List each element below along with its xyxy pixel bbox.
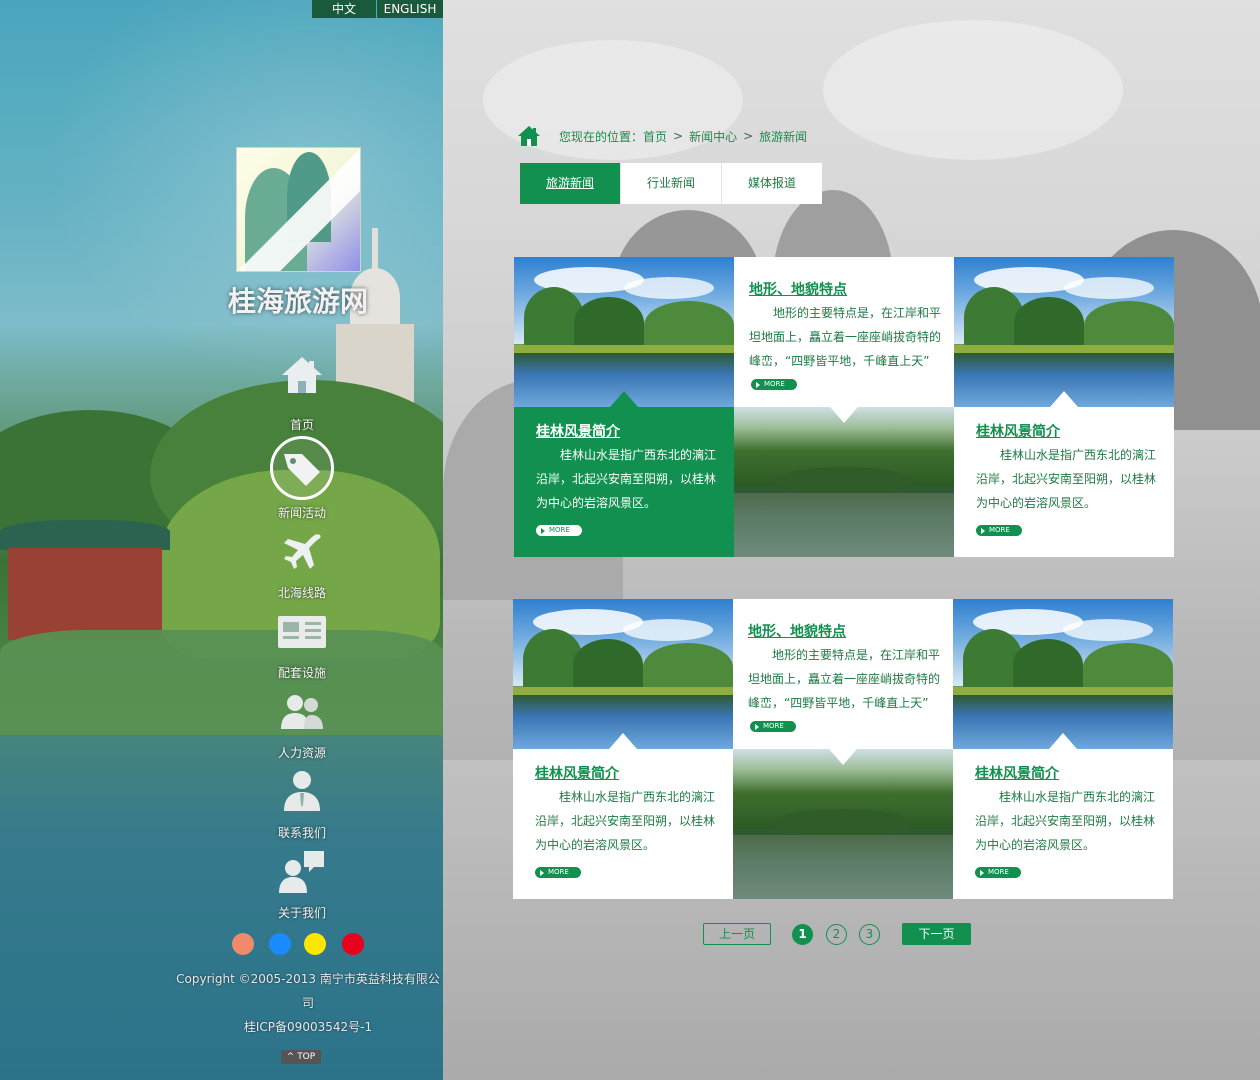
- language-chinese-button[interactable]: 中文: [312, 0, 376, 18]
- news-card-text: 地形的主要特点是，在江岸和平坦地面上，矗立着一座座峭拔奇特的峰峦，“四野皆平地，…: [748, 648, 941, 710]
- card-pointer: [1050, 391, 1078, 407]
- tab-media-reports[interactable]: 媒体报道: [721, 163, 822, 204]
- nav-label: 联系我们: [277, 826, 326, 840]
- prev-page-button[interactable]: 上一页: [703, 923, 771, 945]
- news-card-text: 地形的主要特点是，在江岸和平坦地面上，矗立着一座座峭拔奇特的峰峦，“四野皆平地，…: [749, 306, 942, 368]
- river-forest-photo[interactable]: [733, 749, 953, 899]
- nav-label: 配套设施: [277, 666, 326, 680]
- news-card-title[interactable]: 桂林风景简介: [535, 763, 619, 783]
- footer-info: Copyright ©2005-2013 南宁市英益科技有限公司 桂ICP备09…: [172, 967, 444, 1039]
- page-number-current[interactable]: 1: [792, 924, 813, 945]
- people-icon: [277, 686, 327, 736]
- nav-item-hr[interactable]: 人力资源: [250, 684, 354, 764]
- news-block: 地形、地貌特点 地形的主要特点是，在江岸和平坦地面上，矗立着一座座峭拔奇特的峰峦…: [514, 257, 1174, 557]
- news-block: 地形、地貌特点 地形的主要特点是，在江岸和平坦地面上，矗立着一座座峭拔奇特的峰峦…: [513, 599, 1173, 899]
- back-to-top-button[interactable]: ^ TOP: [281, 1050, 321, 1064]
- breadcrumb-travel-news[interactable]: 旅游新闻: [759, 128, 807, 145]
- sidebar: [0, 0, 443, 1080]
- more-button[interactable]: MORE: [975, 867, 1021, 878]
- nav-label: 首页: [289, 418, 314, 432]
- news-card-text: 桂林山水是指广西东北的漓江沿岸，北起兴安南至阳朔，以桂林为中心的岩溶风景区。: [535, 790, 716, 852]
- airplane-icon: [277, 526, 327, 576]
- page-number[interactable]: 2: [826, 924, 847, 945]
- breadcrumb-home[interactable]: 首页: [643, 128, 667, 145]
- more-button[interactable]: MORE: [750, 721, 796, 732]
- site-title[interactable]: 桂海旅游网: [212, 280, 384, 320]
- newspaper-icon: [277, 606, 327, 656]
- card-pointer: [830, 407, 858, 423]
- nav-item-news[interactable]: 新闻活动: [250, 436, 354, 522]
- card-pointer: [829, 749, 857, 765]
- tag-icon: [270, 436, 334, 500]
- color-dot-yellow[interactable]: [304, 933, 326, 955]
- news-card-title[interactable]: 桂林风景简介: [975, 763, 1059, 783]
- card-pointer: [1049, 733, 1077, 749]
- news-card-title[interactable]: 桂林风景简介: [976, 421, 1060, 441]
- card-pointer: [609, 733, 637, 749]
- copyright-text: Copyright ©2005-2013 南宁市英益科技有限公司: [176, 972, 440, 1010]
- pagination: 上一页 1 2 3 下一页: [703, 923, 973, 945]
- karst-lake-photo[interactable]: [513, 599, 733, 749]
- more-button[interactable]: MORE: [535, 867, 581, 878]
- nav-item-home[interactable]: 首页: [250, 348, 354, 432]
- chat-person-icon: [277, 846, 327, 896]
- top-label: TOP: [297, 1052, 316, 1062]
- home-icon[interactable]: [517, 125, 541, 147]
- news-card-feature: 地形、地貌特点 地形的主要特点是，在江岸和平坦地面上，矗立着一座座峭拔奇特的峰峦…: [734, 257, 954, 407]
- home-icon: [277, 350, 327, 400]
- karst-lake-photo[interactable]: [954, 257, 1174, 407]
- breadcrumb-separator: >: [673, 129, 684, 143]
- nav-label: 关于我们: [277, 906, 326, 920]
- news-card-title[interactable]: 地形、地貌特点: [749, 279, 847, 299]
- color-dot-blue[interactable]: [269, 933, 291, 955]
- news-card-left: 桂林风景简介 桂林山水是指广西东北的漓江沿岸，北起兴安南至阳朔，以桂林为中心的岩…: [513, 749, 733, 899]
- news-card-right: 桂林风景简介 桂林山水是指广西东北的漓江沿岸，北起兴安南至阳朔，以桂林为中心的岩…: [954, 407, 1174, 557]
- site-logo[interactable]: [236, 147, 361, 272]
- nav-label: 新闻活动: [277, 506, 326, 520]
- color-dot-red[interactable]: [342, 933, 364, 955]
- language-english-button[interactable]: ENGLISH: [377, 0, 443, 18]
- breadcrumb-news-center[interactable]: 新闻中心: [689, 128, 737, 145]
- contact-person-icon: [277, 766, 327, 816]
- more-button[interactable]: MORE: [536, 525, 582, 536]
- nav-item-contact[interactable]: 联系我们: [250, 764, 354, 844]
- breadcrumb-separator: >: [743, 129, 754, 143]
- color-dot-orange[interactable]: [232, 933, 254, 955]
- river-forest-photo[interactable]: [734, 407, 954, 557]
- breadcrumb-prefix: 您现在的位置：: [559, 129, 644, 144]
- news-card-text: 桂林山水是指广西东北的漓江沿岸，北起兴安南至阳朔，以桂林为中心的岩溶风景区。: [975, 790, 1156, 852]
- nav-item-routes[interactable]: 北海线路: [250, 524, 354, 604]
- nav-label: 人力资源: [277, 746, 326, 760]
- karst-lake-photo[interactable]: [514, 257, 734, 407]
- more-button[interactable]: MORE: [751, 379, 797, 390]
- tab-industry-news[interactable]: 行业新闻: [620, 163, 721, 204]
- news-card-title[interactable]: 桂林风景简介: [536, 421, 620, 441]
- news-card-left: 桂林风景简介 桂林山水是指广西东北的漓江沿岸，北起兴安南至阳朔，以桂林为中心的岩…: [514, 407, 734, 557]
- page-number[interactable]: 3: [859, 924, 880, 945]
- arrow-up-icon: ^: [286, 1052, 298, 1062]
- karst-lake-photo[interactable]: [953, 599, 1173, 749]
- icp-text: 桂ICP备09003542号-1: [243, 1020, 373, 1034]
- news-card-text: 桂林山水是指广西东北的漓江沿岸，北起兴安南至阳朔，以桂林为中心的岩溶风景区。: [536, 448, 717, 510]
- news-tabs: 旅游新闻 行业新闻 媒体报道: [520, 163, 822, 204]
- nav-item-facilities[interactable]: 配套设施: [250, 604, 354, 684]
- nav-item-about[interactable]: 关于我们: [250, 844, 354, 924]
- card-pointer: [610, 391, 638, 407]
- theme-color-picker: [232, 933, 372, 955]
- nav-label: 北海线路: [277, 586, 326, 600]
- next-page-button[interactable]: 下一页: [902, 923, 971, 945]
- news-card-text: 桂林山水是指广西东北的漓江沿岸，北起兴安南至阳朔，以桂林为中心的岩溶风景区。: [976, 448, 1157, 510]
- news-card-feature: 地形、地貌特点 地形的主要特点是，在江岸和平坦地面上，矗立着一座座峭拔奇特的峰峦…: [733, 599, 953, 749]
- news-card-title[interactable]: 地形、地貌特点: [748, 621, 846, 641]
- news-card-right: 桂林风景简介 桂林山水是指广西东北的漓江沿岸，北起兴安南至阳朔，以桂林为中心的岩…: [953, 749, 1173, 899]
- more-button[interactable]: MORE: [976, 525, 1022, 536]
- tab-travel-news[interactable]: 旅游新闻: [520, 163, 620, 204]
- breadcrumb: 您现在的位置： 首页 > 新闻中心 > 旅游新闻: [517, 124, 807, 148]
